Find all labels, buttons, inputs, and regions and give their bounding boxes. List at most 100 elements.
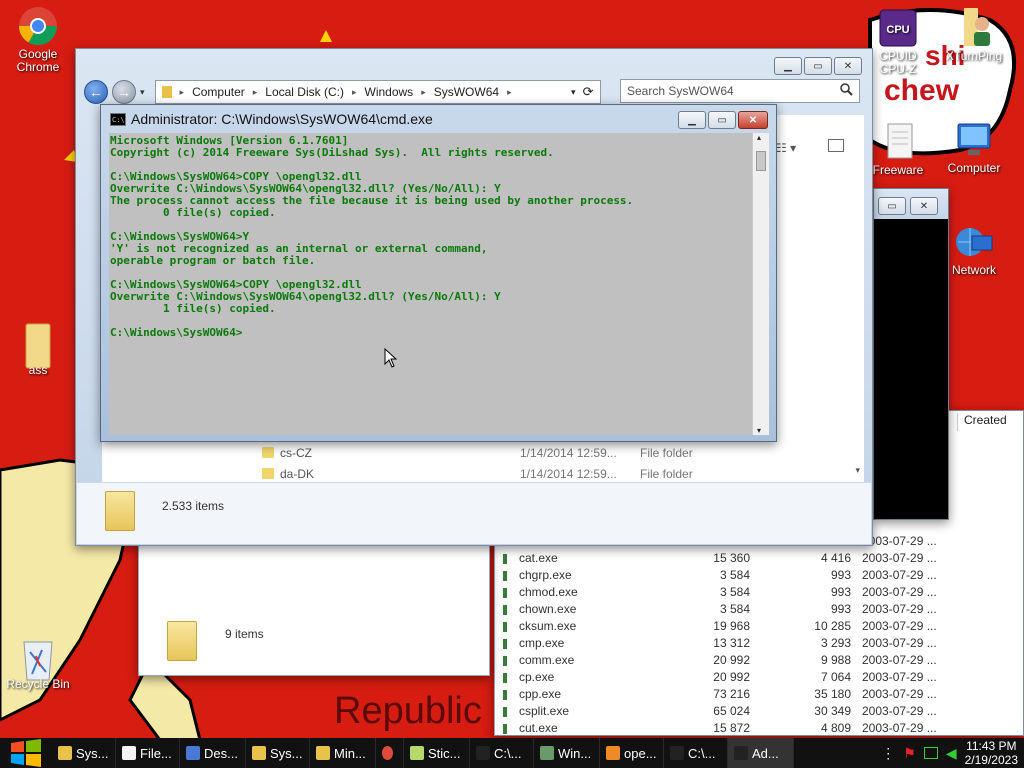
table-row[interactable]: cat.exe 15 360 4 416 2003-07-29 ...	[495, 551, 1023, 568]
taskbar-item[interactable]: File...	[116, 738, 180, 768]
chevron-right-icon: ▸	[179, 86, 185, 97]
console-window-background[interactable]: ▭ ✕	[873, 188, 949, 520]
taskbar-item[interactable]: Sys...	[52, 738, 116, 768]
scroll-down-icon[interactable]: ▾	[757, 426, 761, 435]
table-row[interactable]: cut.exe 15 872 4 809 2003-07-29 ...	[495, 721, 1023, 738]
exe-icon	[503, 571, 507, 581]
table-row[interactable]: chmod.exe 3 584 993 2003-07-29 ...	[495, 585, 1023, 602]
volume-icon[interactable]: ◀	[946, 745, 957, 762]
taskbar-item[interactable]: Ad...	[728, 738, 794, 768]
recent-pages-icon[interactable]: ▾	[140, 87, 145, 98]
folder-icon	[262, 447, 274, 458]
scroll-up-icon[interactable]: ▴	[757, 133, 761, 142]
table-row[interactable]: cksum.exe 19 968 10 285 2003-07-29 ...	[495, 619, 1023, 636]
scroll-down-icon[interactable]: ▾	[855, 465, 860, 476]
folder-icon	[105, 491, 135, 531]
table-row[interactable]: cpp.exe 73 216 35 180 2003-07-29 ...	[495, 687, 1023, 704]
breadcrumb-local-disk[interactable]: Local Disk (C:)	[265, 85, 344, 99]
breadcrumb-syswow64[interactable]: SysWOW64	[434, 85, 499, 99]
file-icon	[122, 746, 136, 760]
svg-text:CPU: CPU	[886, 24, 909, 36]
window-title: Administrator: C:\Windows\SysWOW64\cmd.e…	[131, 111, 433, 127]
clock[interactable]: 11:43 PM 2/19/2023	[965, 739, 1018, 767]
desktop-icon-chrome[interactable]: Google Chrome	[0, 6, 76, 74]
desktop-icon-label: CPUID CPU-Z	[879, 49, 917, 76]
taskbar-items: Sys... File... Des... Sys... Min... Stic... C:…	[52, 738, 794, 768]
taskbar-item[interactable]: ope...	[600, 738, 664, 768]
back-button[interactable]: ←	[84, 80, 108, 104]
maximize-button[interactable]: ▭	[708, 111, 736, 129]
desktop-icon-xturnping[interactable]: XTurnPing	[936, 8, 1012, 63]
close-button[interactable]: ✕	[910, 197, 938, 215]
taskbar-item[interactable]: Win...	[534, 738, 600, 768]
taskbar-item[interactable]: C:\...	[470, 738, 534, 768]
close-button[interactable]: ✕	[834, 57, 862, 75]
explorer-window-secondary[interactable]: 9 items	[138, 540, 490, 676]
minimize-button[interactable]: ▁	[774, 57, 802, 75]
document-icon	[878, 122, 918, 162]
taskbar-item-label: Min...	[334, 745, 366, 761]
recycle-bin-icon	[18, 636, 58, 681]
taskbar-item[interactable]: C:\...	[664, 738, 728, 768]
search-icon[interactable]	[840, 83, 853, 99]
monitor-icon	[540, 746, 554, 760]
network-status-icon[interactable]	[923, 747, 938, 759]
taskbar-item-label: Stic...	[428, 745, 461, 761]
column-header-created[interactable]: Created	[957, 413, 1024, 431]
list-item[interactable]: da-DK 1/14/2014 12:59... File folder	[102, 464, 864, 484]
search-input[interactable]: Search SysWOW64	[620, 79, 860, 103]
refresh-icon[interactable]: ⟳	[583, 84, 594, 100]
table-row[interactable]: cmp.exe 13 312 3 293 2003-07-29 ...	[495, 636, 1023, 653]
taskbar-item[interactable]: Sys...	[246, 738, 310, 768]
scroll-thumb[interactable]	[756, 151, 766, 171]
minimize-button[interactable]: ▁	[678, 111, 706, 129]
more-options-icon[interactable]: ⋮	[881, 745, 895, 762]
console-icon	[476, 746, 490, 760]
console-icon: C:\	[110, 113, 126, 126]
view-options-icon[interactable]: ☷ ▾	[776, 141, 796, 155]
breadcrumb-windows[interactable]: Windows	[365, 85, 414, 99]
table-row[interactable]: cp.exe 20 992 7 064 2003-07-29 ...	[495, 670, 1023, 687]
clock-time: 11:43 PM	[966, 739, 1017, 753]
exe-icon	[503, 554, 507, 564]
chevron-right-icon: ▸	[252, 86, 258, 97]
cmd-window[interactable]: C:\ Administrator: C:\Windows\SysWOW64\c…	[100, 104, 777, 442]
chevron-right-icon: ▸	[351, 86, 357, 97]
desktop-icon-recycle-bin[interactable]: Recycle Bin	[0, 636, 76, 691]
exe-icon	[503, 690, 507, 700]
preview-pane-icon[interactable]	[828, 139, 844, 152]
start-button[interactable]	[0, 738, 52, 768]
taskbar-item-label: C:\...	[494, 745, 522, 761]
desktop-icon-ass[interactable]: ass	[0, 322, 76, 377]
exe-icon	[503, 707, 507, 717]
taskbar-item-label: Des...	[204, 745, 238, 761]
table-row[interactable]: chown.exe 3 584 993 2003-07-29 ...	[495, 602, 1023, 619]
flag-icon[interactable]: ⚑	[903, 745, 916, 762]
taskbar-item[interactable]	[376, 738, 404, 768]
file-list[interactable]: cs-CZ 1/14/2014 12:59... File folder da-…	[102, 443, 864, 485]
address-row: ← → ▾ ▸ Computer ▸ Local Disk (C:) ▸ Win…	[84, 79, 864, 105]
breadcrumb-computer[interactable]: Computer	[192, 85, 245, 99]
forward-button[interactable]: →	[112, 80, 136, 104]
mouse-cursor-icon	[384, 348, 398, 368]
scrollbar[interactable]: ▴ ▾	[752, 133, 769, 435]
taskbar-item-label: Sys...	[270, 745, 303, 761]
console-output[interactable]: Microsoft Windows [Version 6.1.7601] Cop…	[109, 133, 752, 435]
title-bar[interactable]: ▭ ✕	[874, 189, 948, 219]
address-dropdown-icon[interactable]: ▾	[571, 87, 576, 98]
close-button[interactable]: ✕	[738, 111, 768, 129]
folder-icon	[316, 746, 330, 760]
console-icon	[670, 746, 684, 760]
desktop-icon	[186, 746, 200, 760]
maximize-button[interactable]: ▭	[878, 197, 906, 215]
maximize-button[interactable]: ▭	[804, 57, 832, 75]
taskbar-item[interactable]: Stic...	[404, 738, 470, 768]
desktop-icon-computer[interactable]: Computer	[936, 120, 1012, 175]
table-row[interactable]: comm.exe 20 992 9 988 2003-07-29 ...	[495, 653, 1023, 670]
table-row[interactable]: csplit.exe 65 024 30 349 2003-07-29 ...	[495, 704, 1023, 721]
table-row[interactable]: chgrp.exe 3 584 993 2003-07-29 ...	[495, 568, 1023, 585]
address-bar[interactable]: ▸ Computer ▸ Local Disk (C:) ▸ Windows ▸…	[154, 80, 601, 104]
list-item[interactable]: cs-CZ 1/14/2014 12:59... File folder	[102, 443, 864, 463]
taskbar-item[interactable]: Min...	[310, 738, 376, 768]
taskbar-item[interactable]: Des...	[180, 738, 246, 768]
